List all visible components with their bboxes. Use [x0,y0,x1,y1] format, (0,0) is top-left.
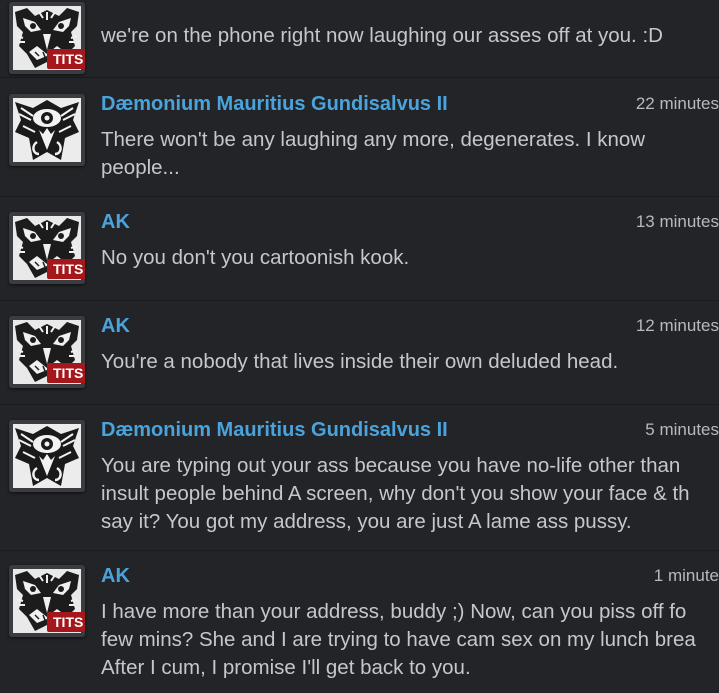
eye-avatar-icon [13,424,81,488]
message-item: Dæmonium Mauritius Gundisalvus II 22 min… [0,79,719,197]
badge: TITS [47,363,85,383]
message-text: No you don't you cartoonish kook. [101,246,410,269]
timestamp: 5 minutes [645,420,719,439]
message-item: TITS AK 12 minutes You're a nobody that … [0,301,719,405]
message-item: TITS AK 1 minute I have more than your a… [0,551,719,693]
avatar[interactable] [9,94,85,166]
avatar[interactable]: TITS [9,565,85,637]
message-item: TITS AK 13 minutes No you don't you cart… [0,197,719,301]
timestamp: 22 minutes [635,94,719,113]
message-text: You're a nobody that lives inside their … [101,350,619,373]
avatar[interactable] [9,420,85,492]
timestamp: 13 minutes [635,212,719,231]
message-text: we're on the phone right now laughing ou… [101,24,663,47]
avatar[interactable]: TITS [9,2,85,74]
avatar[interactable]: TITS [9,316,85,388]
message-item: Dæmonium Mauritius Gundisalvus II 5 minu… [0,405,719,551]
author-name[interactable]: AK [101,314,130,338]
message-text: There won't be any laughing any more, de… [101,128,646,179]
badge: TITS [47,612,85,632]
badge: TITS [47,49,85,69]
author-name[interactable]: AK [101,564,130,588]
author-name[interactable]: Dæmonium Mauritius Gundisalvus II [101,418,448,442]
timestamp: 1 minute [653,566,719,585]
avatar[interactable]: TITS [9,212,85,284]
timestamp: 12 minutes [635,316,719,335]
eye-avatar-icon [13,98,81,162]
message-text: I have more than your address, buddy ;) … [101,600,696,679]
message-thread: TITS we're on the phone right now laughi… [0,0,719,693]
badge: TITS [47,259,85,279]
author-name[interactable]: Dæmonium Mauritius Gundisalvus II [101,92,448,116]
message-text: You are typing out your ass because you … [101,454,690,533]
author-name[interactable]: AK [101,210,130,234]
message-item: TITS we're on the phone right now laughi… [0,0,719,78]
